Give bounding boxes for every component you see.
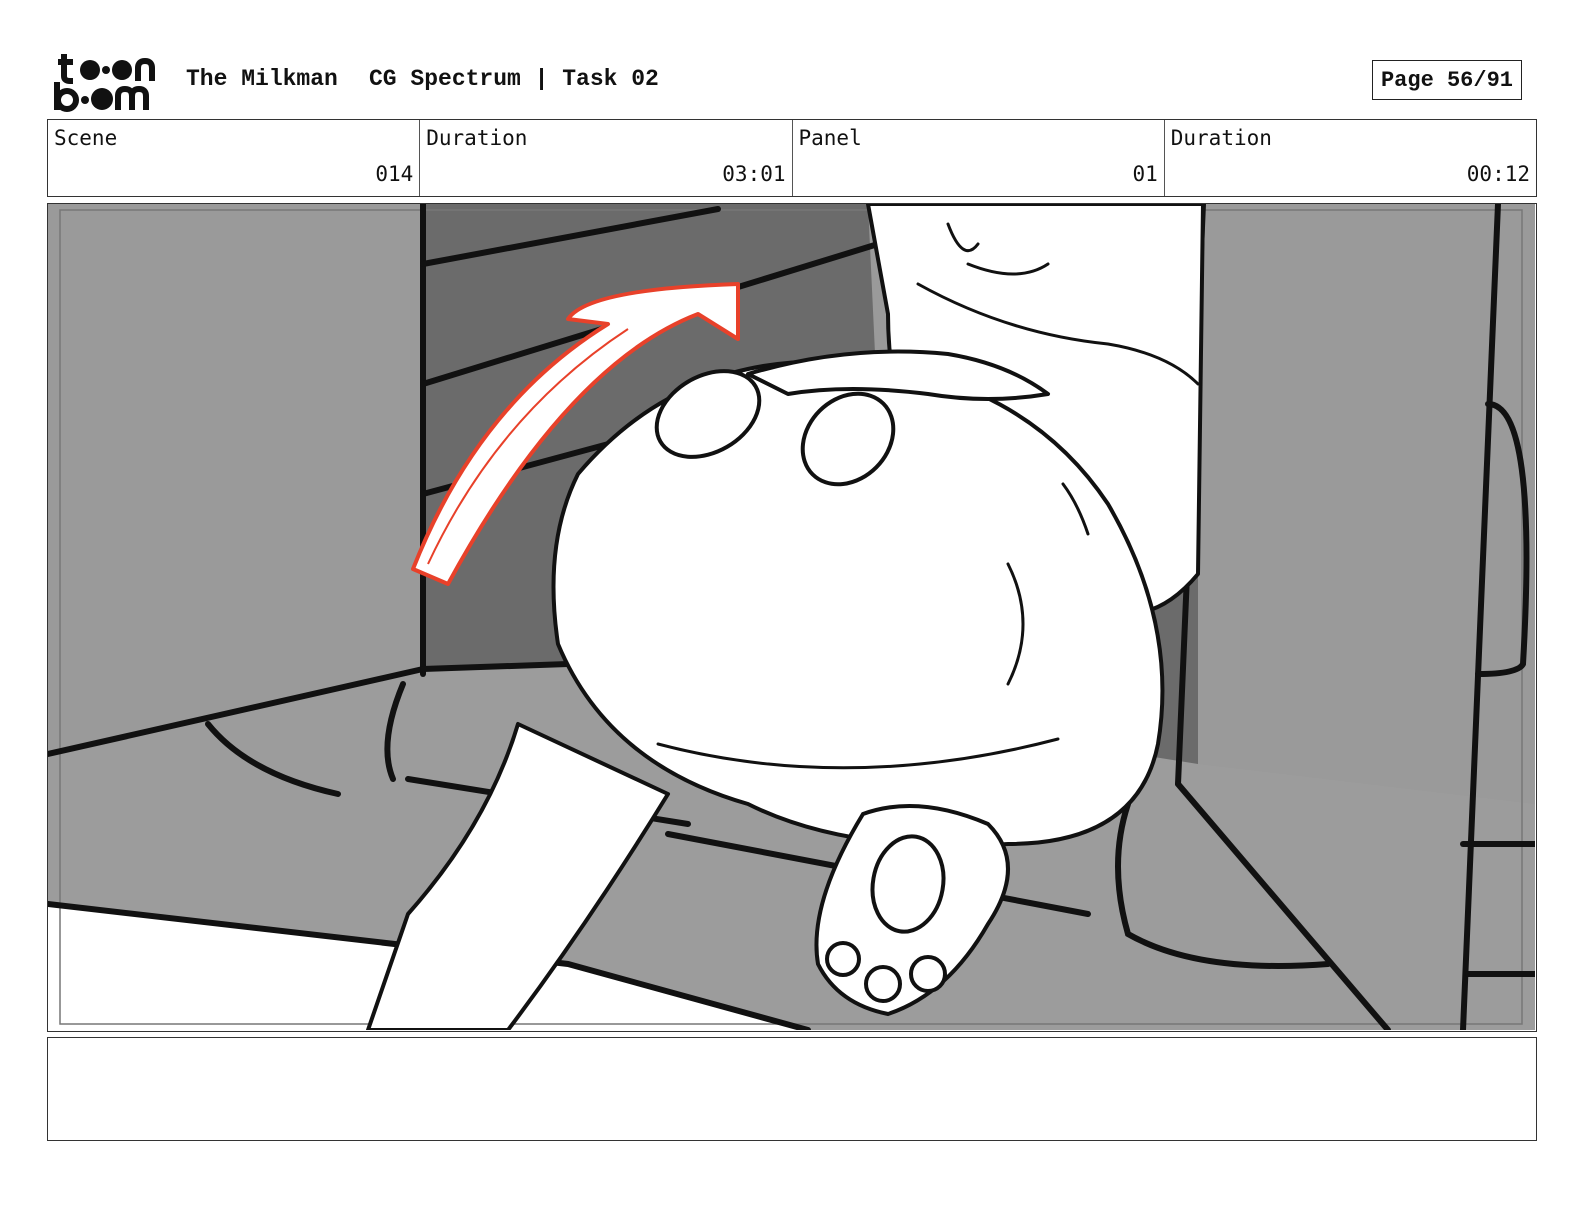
scene-cell: Scene 014 [48, 120, 421, 196]
scene-value: 014 [375, 162, 414, 186]
project-subtitle: CG Spectrum | Task 02 [369, 66, 659, 92]
scene-label: Scene [54, 126, 118, 150]
info-row: Scene 014 Duration 03:01 Panel 01 Durati… [47, 119, 1537, 197]
panel-label: Panel [798, 126, 862, 150]
scene-duration-label: Duration [426, 126, 528, 150]
toonboom-logo-icon [54, 54, 155, 112]
toonboom-logo [50, 50, 166, 114]
panel-sketch [48, 204, 1535, 1030]
project-title: The Milkman [186, 66, 338, 92]
scene-duration-value: 03:01 [722, 162, 786, 186]
panel-duration-value: 00:12 [1466, 162, 1530, 186]
scene-duration-cell: Duration 03:01 [420, 120, 793, 196]
panel-duration-label: Duration [1170, 126, 1272, 150]
storyboard-panel [47, 203, 1537, 1032]
panel-duration-cell: Duration 00:12 [1165, 120, 1536, 196]
page-number-box: Page 56/91 [1371, 60, 1522, 100]
page-number: Page 56/91 [1380, 67, 1513, 93]
panel-cell: Panel 01 [793, 120, 1165, 196]
panel-notes[interactable] [47, 1037, 1537, 1141]
panel-value: 01 [1132, 162, 1158, 186]
